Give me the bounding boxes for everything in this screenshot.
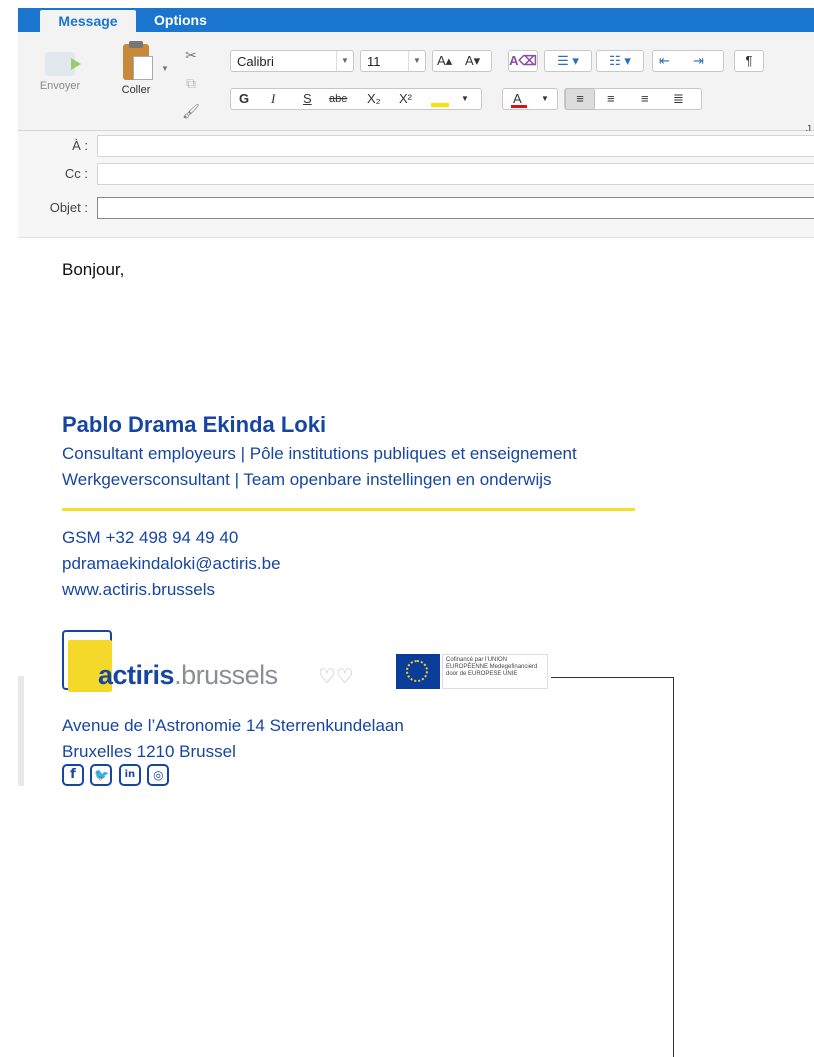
chevron-down-icon: ▼: [541, 94, 549, 103]
font-size-select[interactable]: 11 ▼: [360, 50, 426, 72]
send-label: Envoyer: [39, 80, 81, 92]
connector-line-horizontal: [551, 677, 673, 678]
format-painter-icon[interactable]: 🖌: [182, 102, 200, 120]
cut-icon[interactable]: ✂: [182, 46, 200, 64]
subject-label: Objet :: [49, 200, 88, 215]
paragraph-mark: ¶: [745, 53, 753, 68]
indent-buttons: ⇤ ⇥: [652, 50, 724, 72]
paste-options-chevron-icon[interactable]: ▼: [156, 60, 174, 78]
increase-indent-icon[interactable]: ⇥: [693, 51, 704, 71]
cc-label: Cc :: [64, 166, 88, 181]
logo-backdrop: [18, 676, 24, 786]
numbering-button[interactable]: ☷ ▾: [596, 50, 644, 72]
chevron-down-icon[interactable]: ▼: [461, 89, 469, 109]
cc-field[interactable]: [97, 163, 814, 185]
actiris-wordmark: actiris: [98, 660, 175, 690]
signature-website-link[interactable]: www.actiris.brussels: [62, 580, 215, 600]
social-links: f 🐦 in ◎: [62, 764, 171, 790]
font-color-swatch: [511, 105, 527, 108]
show-formatting-button[interactable]: ¶: [734, 50, 764, 72]
subject-field[interactable]: [97, 197, 814, 219]
chevron-down-icon: ▼: [408, 51, 425, 71]
signature-name: Pablo Drama Ekinda Loki: [62, 412, 327, 437]
paste-label: Coller: [121, 84, 151, 96]
align-left-icon[interactable]: ≡: [565, 88, 595, 110]
mail-compose-window: Message Options Envoyer Coller ▼ ✂ ⧉ 🖌 C…: [18, 0, 814, 1057]
instagram-icon[interactable]: ◎: [147, 764, 170, 786]
to-label: À :: [72, 138, 88, 153]
grow-font-button[interactable]: A▴: [437, 51, 452, 71]
ribbon-toolbar: Envoyer Coller ▼ ✂ ⧉ 🖌 Calibri ▼ 11 ▼ A▴…: [18, 32, 814, 147]
to-row: À :: [18, 133, 814, 159]
actiris-logo: actiris.brussels ♡♡: [62, 628, 362, 694]
shrink-font-button[interactable]: A▾: [465, 51, 480, 71]
underline-button[interactable]: S: [303, 89, 312, 109]
send-button[interactable]: Envoyer: [32, 52, 88, 92]
italic-button[interactable]: I: [271, 89, 275, 109]
bold-button[interactable]: G: [239, 89, 249, 109]
tab-message[interactable]: Message: [40, 10, 136, 32]
chevron-down-icon: ▼: [336, 51, 353, 71]
bullet-list-icon: ☰ ▾: [557, 53, 579, 68]
subscript-button[interactable]: X₂: [367, 89, 381, 109]
greeting-text: Bonjour,: [62, 260, 125, 279]
align-center-icon[interactable]: ≡: [607, 89, 615, 109]
signature-title-fr: Consultant employeurs | Pôle institution…: [62, 444, 577, 463]
font-name-value: Calibri: [237, 54, 274, 69]
actiris-logo-text: actiris.brussels: [98, 660, 278, 691]
text-style-buttons: G I S abe X₂ X² ▼: [230, 88, 482, 110]
facebook-icon[interactable]: f: [62, 764, 84, 786]
signature-title-nl: Werkgeversconsultant | Team openbare ins…: [62, 470, 552, 489]
to-field[interactable]: [97, 135, 814, 157]
clipboard-icon: [123, 41, 153, 80]
highlight-color-icon[interactable]: [431, 103, 449, 107]
signature-address-1: Avenue de l’Astronomie 14 Sterrenkundela…: [62, 716, 404, 735]
signature-phone: GSM +32 498 94 49 40: [62, 528, 239, 547]
clear-formatting-icon: A⌫: [509, 53, 537, 68]
clear-formatting-button[interactable]: A⌫: [508, 50, 538, 72]
message-body[interactable]: Bonjour, Pablo Drama Ekinda Loki Consult…: [18, 238, 814, 1057]
numbered-list-icon: ☷ ▾: [609, 53, 631, 68]
alignment-buttons: ≡ ≡ ≡ ≣: [564, 88, 702, 110]
connector-line-vertical: [673, 677, 674, 1057]
brussels-wordmark: .brussels: [174, 660, 278, 690]
align-right-icon[interactable]: ≡: [641, 89, 649, 109]
twitter-icon[interactable]: 🐦: [90, 764, 113, 786]
bullets-button[interactable]: ☰ ▾: [544, 50, 592, 72]
copy-icon[interactable]: ⧉: [182, 74, 200, 92]
signature-divider: [62, 508, 635, 511]
signature-email-link[interactable]: pdramaekindaloki@actiris.be: [62, 554, 281, 574]
cc-row: Cc :: [18, 161, 814, 187]
linkedin-icon[interactable]: in: [118, 764, 141, 786]
signature-address-2: Bruxelles 1210 Brussel: [62, 742, 236, 761]
font-name-select[interactable]: Calibri ▼: [230, 50, 354, 72]
superscript-button[interactable]: X²: [399, 89, 412, 109]
eu-cofunding-label: Cofinancé par l’UNION EUROPÉENNE Medegef…: [442, 654, 548, 689]
eu-flag-icon: [396, 654, 440, 689]
font-size-value: 11: [367, 54, 381, 69]
send-icon: [45, 52, 81, 76]
heart-icon: ♡♡: [318, 666, 354, 688]
subject-row: Objet :: [18, 195, 814, 221]
tab-options[interactable]: Options: [154, 8, 207, 32]
font-size-buttons: A▴ A▾: [432, 50, 492, 72]
ribbon-tab-bar: Message Options: [18, 8, 814, 32]
justify-icon[interactable]: ≣: [673, 89, 684, 109]
decrease-indent-icon[interactable]: ⇤: [659, 51, 670, 71]
strikethrough-button[interactable]: abe: [329, 89, 347, 109]
font-color-button[interactable]: A ▼: [502, 88, 558, 110]
message-header-fields: À : Cc : Objet :: [18, 131, 814, 238]
